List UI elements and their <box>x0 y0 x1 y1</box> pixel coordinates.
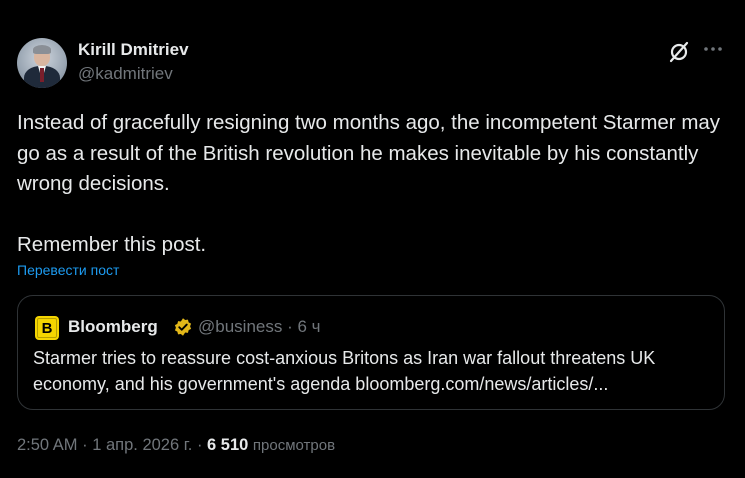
quoted-author-name[interactable]: Bloomberg <box>68 317 158 337</box>
post-time[interactable]: 2:50 AM <box>17 436 78 454</box>
post-footer: 2:50 AM · 1 апр. 2026 г. · 6 510 просмот… <box>17 436 335 455</box>
post-paragraph-2: Remember this post. <box>17 232 207 256</box>
post-text: Instead of gracefully resigning two mont… <box>17 108 727 260</box>
post-date[interactable]: 1 апр. 2026 г. <box>92 436 192 454</box>
author-handle[interactable]: @kadmitriev <box>78 64 173 84</box>
verified-badge-icon <box>174 318 192 336</box>
quoted-meta: @business · 6 ч <box>198 317 321 337</box>
views-label: просмотров <box>252 437 336 454</box>
avatar-hair <box>33 45 51 54</box>
grok-icon[interactable] <box>668 41 690 63</box>
post-paragraph-1: Instead of gracefully resigning two mont… <box>17 111 721 195</box>
meta-separator: · <box>287 317 293 336</box>
quoted-post[interactable]: B Bloomberg @business · 6 ч Starmer trie… <box>17 295 725 410</box>
quoted-time[interactable]: 6 ч <box>298 317 321 336</box>
quoted-handle[interactable]: @business <box>198 317 282 336</box>
translate-post-link[interactable]: Перевести пост <box>17 262 119 278</box>
views-count[interactable]: 6 510 <box>207 436 248 454</box>
bloomberg-logo-icon[interactable]: B <box>35 316 59 340</box>
footer-separator: · <box>196 436 203 454</box>
more-options-icon[interactable] <box>702 38 724 60</box>
author-avatar[interactable] <box>17 38 67 88</box>
author-name[interactable]: Kirill Dmitriev <box>78 40 189 60</box>
bloomberg-logo-letter: B <box>41 319 53 337</box>
footer-separator: · <box>82 436 88 454</box>
quoted-text: Starmer tries to reassure cost-anxious B… <box>33 348 656 394</box>
ellipsis-icon <box>704 47 722 51</box>
avatar-tie <box>40 68 44 82</box>
